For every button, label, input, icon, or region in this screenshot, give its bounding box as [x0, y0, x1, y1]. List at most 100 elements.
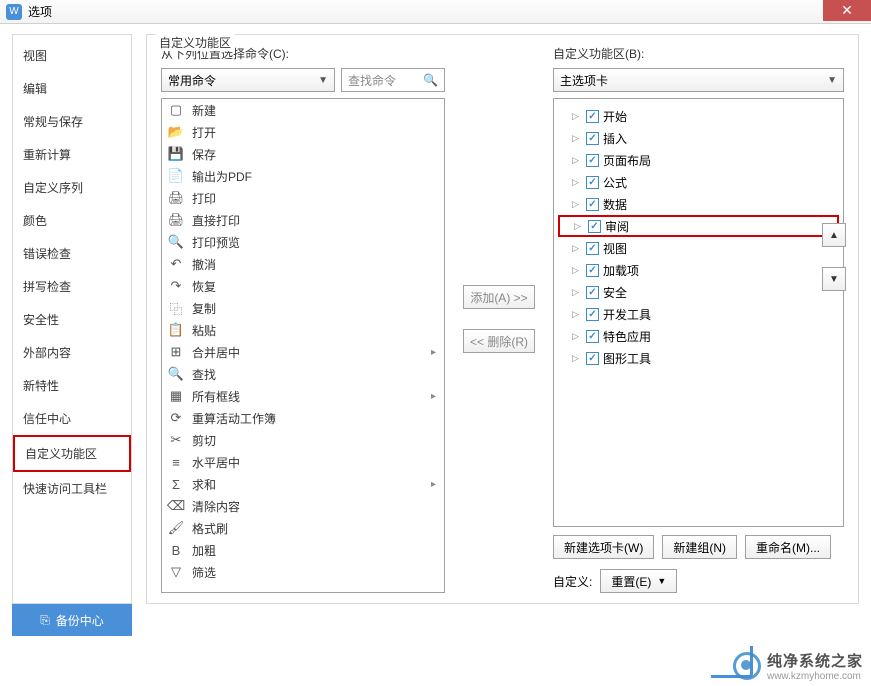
cut-icon: ✂: [168, 432, 184, 448]
move-up-button[interactable]: ▲: [822, 223, 846, 247]
tree-expand-icon[interactable]: ▷: [572, 353, 582, 364]
sidebar-item[interactable]: 快速访问工具栏: [13, 472, 131, 505]
command-item[interactable]: ↶撤消: [162, 253, 444, 275]
tree-item[interactable]: ▷✓图形工具: [558, 347, 839, 369]
watermark-title: 纯净系统之家: [767, 650, 863, 671]
tree-item[interactable]: ▷✓安全: [558, 281, 839, 303]
checkbox[interactable]: ✓: [588, 220, 601, 233]
command-item[interactable]: ⿻复制: [162, 297, 444, 319]
commands-source-dropdown[interactable]: 常用命令 ▼: [161, 68, 335, 92]
command-item[interactable]: ⟳重算活动工作簿: [162, 407, 444, 429]
checkbox[interactable]: ✓: [586, 176, 599, 189]
sidebar-item[interactable]: 常规与保存: [13, 105, 131, 138]
command-item[interactable]: B加粗: [162, 539, 444, 561]
submenu-arrow-icon: ▸: [431, 479, 436, 490]
tree-expand-icon[interactable]: ▷: [572, 177, 582, 188]
checkbox[interactable]: ✓: [586, 352, 599, 365]
sidebar-item[interactable]: 安全性: [13, 303, 131, 336]
command-item[interactable]: Σ求和▸: [162, 473, 444, 495]
tree-item[interactable]: ▷✓数据: [558, 193, 839, 215]
command-item[interactable]: 📂打开: [162, 121, 444, 143]
sidebar-item[interactable]: 自定义功能区: [13, 435, 131, 472]
tree-expand-icon[interactable]: ▷: [572, 265, 582, 276]
command-item[interactable]: 📄输出为PDF: [162, 165, 444, 187]
checkbox[interactable]: ✓: [586, 330, 599, 343]
sidebar-item[interactable]: 自定义序列: [13, 171, 131, 204]
search-commands-input[interactable]: 查找命令 🔍: [341, 68, 445, 92]
tree-expand-icon[interactable]: ▷: [572, 111, 582, 122]
tree-expand-icon[interactable]: ▷: [572, 331, 582, 342]
tree-expand-icon[interactable]: ▷: [574, 221, 584, 232]
tabs-scope-dropdown[interactable]: 主选项卡 ▼: [553, 68, 844, 92]
pdf-icon: 📄: [168, 168, 184, 184]
tree-expand-icon[interactable]: ▷: [572, 155, 582, 166]
command-item[interactable]: 🖨打印: [162, 187, 444, 209]
command-item[interactable]: 🖨直接打印: [162, 209, 444, 231]
command-item[interactable]: 🔍查找: [162, 363, 444, 385]
command-item[interactable]: ⊞合并居中▸: [162, 341, 444, 363]
content-panel: 自定义功能区 从下列位置选择命令(C): 常用命令 ▼ 查找命令 🔍 ▢新建📂打…: [146, 34, 859, 604]
checkbox[interactable]: ✓: [586, 132, 599, 145]
dropdown-value: 常用命令: [168, 72, 216, 89]
sidebar-item[interactable]: 视图: [13, 39, 131, 72]
checkbox[interactable]: ✓: [586, 198, 599, 211]
checkbox[interactable]: ✓: [586, 264, 599, 277]
tree-expand-icon[interactable]: ▷: [572, 243, 582, 254]
command-item[interactable]: ≡水平居中: [162, 451, 444, 473]
checkbox[interactable]: ✓: [586, 154, 599, 167]
checkbox[interactable]: ✓: [586, 242, 599, 255]
checkbox[interactable]: ✓: [586, 286, 599, 299]
new-tab-button[interactable]: 新建选项卡(W): [553, 535, 654, 559]
sidebar-item[interactable]: 外部内容: [13, 336, 131, 369]
command-item[interactable]: ▦所有框线▸: [162, 385, 444, 407]
tree-item[interactable]: ▷✓加载项: [558, 259, 839, 281]
rename-button[interactable]: 重命名(M)...: [745, 535, 831, 559]
customize-ribbon-label: 自定义功能区(B):: [553, 45, 844, 62]
command-item[interactable]: ↷恢复: [162, 275, 444, 297]
tree-item[interactable]: ▷✓插入: [558, 127, 839, 149]
tree-expand-icon[interactable]: ▷: [572, 199, 582, 210]
commands-listbox[interactable]: ▢新建📂打开💾保存📄输出为PDF🖨打印🖨直接打印🔍打印预览↶撤消↷恢复⿻复制📋粘…: [161, 98, 445, 593]
sidebar-item[interactable]: 编辑: [13, 72, 131, 105]
new-group-button[interactable]: 新建组(N): [662, 535, 737, 559]
command-item[interactable]: ⌫清除内容: [162, 495, 444, 517]
command-item[interactable]: 🔍打印预览: [162, 231, 444, 253]
save-icon: 💾: [168, 146, 184, 162]
sidebar-item[interactable]: 颜色: [13, 204, 131, 237]
tree-expand-icon[interactable]: ▷: [572, 309, 582, 320]
close-button[interactable]: ✕: [823, 0, 871, 21]
paste-icon: 📋: [168, 322, 184, 338]
tree-expand-icon[interactable]: ▷: [572, 287, 582, 298]
command-item[interactable]: ▽筛选: [162, 561, 444, 583]
command-item[interactable]: ▢新建: [162, 99, 444, 121]
command-item[interactable]: 🖌格式刷: [162, 517, 444, 539]
sidebar-item[interactable]: 拼写检查: [13, 270, 131, 303]
ribbon-tree[interactable]: ▷✓开始▷✓插入▷✓页面布局▷✓公式▷✓数据▷✓审阅▷✓视图▷✓加载项▷✓安全▷…: [553, 98, 844, 527]
tree-item[interactable]: ▷✓视图: [558, 237, 839, 259]
tree-expand-icon[interactable]: ▷: [572, 133, 582, 144]
move-down-button[interactable]: ▼: [822, 267, 846, 291]
add-button[interactable]: 添加(A) >>: [463, 285, 535, 309]
reset-dropdown-button[interactable]: 重置(E) ▼: [600, 569, 677, 593]
tree-item[interactable]: ▷✓审阅: [558, 215, 839, 237]
tree-item[interactable]: ▷✓页面布局: [558, 149, 839, 171]
bold-icon: B: [168, 542, 184, 558]
tree-item[interactable]: ▷✓公式: [558, 171, 839, 193]
titlebar: W 选项 ✕: [0, 0, 871, 24]
command-item[interactable]: 💾保存: [162, 143, 444, 165]
sidebar-item[interactable]: 错误检查: [13, 237, 131, 270]
checkbox[interactable]: ✓: [586, 308, 599, 321]
sidebar-item[interactable]: 信任中心: [13, 402, 131, 435]
tree-item[interactable]: ▷✓开始: [558, 105, 839, 127]
sidebar-item[interactable]: 重新计算: [13, 138, 131, 171]
command-item[interactable]: 📋粘贴: [162, 319, 444, 341]
checkbox[interactable]: ✓: [586, 110, 599, 123]
backup-center-button[interactable]: ⎘ 备份中心: [12, 604, 132, 636]
tree-item[interactable]: ▷✓开发工具: [558, 303, 839, 325]
sum-icon: Σ: [168, 476, 184, 492]
remove-button[interactable]: << 删除(R): [463, 329, 535, 353]
tree-item[interactable]: ▷✓特色应用: [558, 325, 839, 347]
sidebar-item[interactable]: 新特性: [13, 369, 131, 402]
submenu-arrow-icon: ▸: [431, 391, 436, 402]
command-item[interactable]: ✂剪切: [162, 429, 444, 451]
